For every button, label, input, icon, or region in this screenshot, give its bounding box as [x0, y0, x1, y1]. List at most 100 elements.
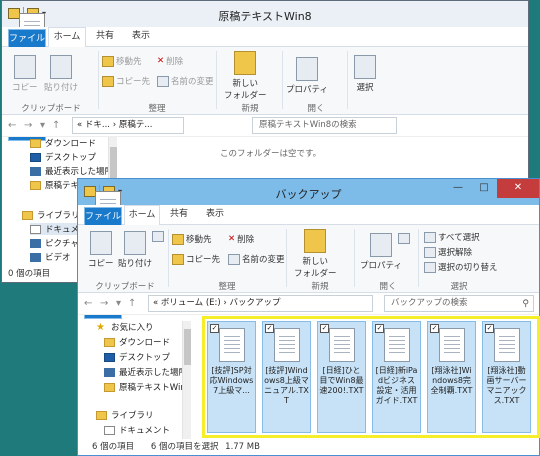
nav-item-recent[interactable]: 最近表示した場所: [104, 366, 187, 378]
select-none-button[interactable]: 選択解除: [424, 246, 472, 258]
checkbox-icon[interactable]: ✓: [210, 324, 219, 333]
invert-selection-button[interactable]: 選択の切り替え: [424, 261, 498, 273]
nav-item-desktop[interactable]: デスクトップ: [30, 151, 96, 163]
title-bar[interactable]: ▾ 原稿テキストWin8: [2, 1, 528, 47]
copy-icon: [13, 55, 36, 79]
pictures-icon: [30, 238, 41, 248]
back-icon[interactable]: ←: [84, 298, 92, 309]
tab-share[interactable]: 共有: [164, 205, 194, 225]
cut-button[interactable]: [152, 231, 164, 242]
nav-item-downloads[interactable]: ダウンロード: [30, 137, 96, 149]
nav-item-pictures[interactable]: ピクチャ: [30, 237, 79, 249]
search-icon[interactable]: ⚲: [522, 297, 529, 312]
text-file-icon: [439, 328, 465, 362]
forward-icon[interactable]: →: [24, 120, 32, 131]
up-icon[interactable]: ↑: [128, 298, 136, 309]
group-label: 新規: [311, 282, 329, 292]
nav-item-libraries[interactable]: ライブラリ: [22, 209, 80, 221]
desktop-icon: [30, 152, 41, 162]
star-icon: ★: [96, 321, 105, 333]
delete-button[interactable]: ✕ 削除: [228, 233, 254, 245]
new-folder-icon: [234, 51, 257, 75]
checkbox-icon[interactable]: ✓: [430, 324, 439, 333]
search-input[interactable]: バックアップの検索 ⚲: [384, 295, 534, 312]
properties-button[interactable]: プロパティ: [286, 57, 328, 95]
file-item[interactable]: ✓ [翔泳社]Windows8完全制覇.TXT: [427, 321, 476, 433]
select-button[interactable]: 選択: [354, 55, 376, 93]
desktop-icon: [104, 352, 115, 362]
new-folder-button[interactable]: 新しい フォルダー: [294, 229, 337, 279]
checkbox-icon[interactable]: ✓: [265, 324, 274, 333]
address-box[interactable]: « ボリューム (E:) › バックアップ: [148, 295, 373, 312]
status-bar: 6 個の項目 6 個の項目を選択 1.77 MB: [78, 441, 539, 455]
forward-icon[interactable]: →: [100, 298, 108, 309]
copy-to-button[interactable]: コピー先: [102, 75, 150, 87]
maximize-icon[interactable]: □: [471, 179, 497, 198]
file-item[interactable]: ✓ [技評]Windows8上級マニュアル.TXT: [262, 321, 311, 433]
rename-icon: [157, 75, 169, 87]
nav-item-videos[interactable]: ビデオ: [30, 251, 71, 263]
search-input[interactable]: 原稿テキストWin8の検索: [252, 117, 397, 134]
nav-item-documents[interactable]: ドキュメント: [104, 424, 170, 436]
checkbox-icon[interactable]: ✓: [485, 324, 494, 333]
checkbox-icon[interactable]: ✓: [320, 324, 329, 333]
back-icon[interactable]: ←: [8, 120, 16, 131]
file-item[interactable]: ✓ [日経]新iPadビジネス設定・活用ガイド.TXT: [372, 321, 421, 433]
move-to-button[interactable]: 移動先: [172, 233, 212, 245]
group-label: クリップボード: [21, 104, 81, 114]
invert-selection-icon: [424, 261, 436, 273]
close-icon[interactable]: ✕: [497, 179, 539, 198]
nav-item-desktop[interactable]: デスクトップ: [104, 351, 170, 363]
up-icon[interactable]: ↑: [52, 120, 60, 131]
open-button[interactable]: [398, 233, 410, 244]
file-list-selection: ✓ [技評]SP対応Windows7上級マ... ✓ [技評]Windows8上級マ…: [202, 316, 540, 438]
select-all-button[interactable]: すべて選択: [424, 231, 480, 243]
nav-item-downloads[interactable]: ダウンロード: [104, 336, 170, 348]
paste-icon: [50, 55, 72, 79]
file-item[interactable]: ✓ [日経]ひと目でWin8最速200!.TXT: [317, 321, 366, 433]
nav-item-favorites[interactable]: ★ お気に入り: [96, 321, 154, 333]
copy-to-button[interactable]: コピー先: [172, 253, 220, 265]
paste-button[interactable]: 貼り付け: [44, 55, 78, 93]
nav-item-folder[interactable]: 原稿テキストWin8: [104, 381, 191, 393]
group-label: 整理: [218, 282, 236, 292]
tab-view[interactable]: 表示: [126, 27, 156, 47]
title-bar[interactable]: ▾ バックアップ — □ ✕: [78, 179, 539, 225]
folder-icon: [102, 55, 114, 67]
address-box[interactable]: « ドキ... › 原稿テ...: [72, 117, 184, 134]
file-item[interactable]: ✓ [技評]SP対応Windows7上級マ...: [207, 321, 256, 433]
open-icon: [398, 233, 410, 244]
rename-button[interactable]: 名前の変更: [157, 75, 214, 87]
rename-button[interactable]: 名前の変更: [228, 253, 285, 265]
checkbox-icon[interactable]: ✓: [375, 324, 384, 333]
tab-view[interactable]: 表示: [200, 205, 230, 225]
new-folder-button[interactable]: 新しい フォルダー: [224, 51, 267, 101]
chevron-down-icon[interactable]: ▾: [40, 120, 45, 131]
explorer-window-front[interactable]: ▾ バックアップ — □ ✕ ファイル ホーム 共有 表示 コピー 貼り付け ク…: [77, 178, 540, 456]
navigation-pane: ★ お気に入り ダウンロード デスクトップ 最近表示した場所 原稿テキストWin8…: [78, 321, 191, 441]
file-item[interactable]: ✓ [翔泳社]動画サーバーマニアックス.TXT: [482, 321, 531, 433]
text-file-icon: [219, 328, 245, 362]
copy-button[interactable]: コピー: [88, 231, 114, 269]
paste-button[interactable]: 貼り付け: [118, 231, 152, 269]
folder-icon: [104, 337, 115, 347]
chevron-down-icon[interactable]: ▾: [116, 298, 121, 309]
properties-button[interactable]: プロパティ: [360, 233, 402, 271]
nav-item-recent[interactable]: 最近表示した場所: [30, 165, 113, 177]
empty-folder-message: このフォルダーは空です。: [220, 149, 322, 159]
tab-home[interactable]: ホーム: [48, 27, 86, 48]
ribbon: コピー 貼り付け クリップボード 移動先 ✕ 削除 コピー先 名前の変更 整理 新…: [78, 225, 539, 293]
folder-icon: [102, 75, 114, 87]
group-label: 開く: [307, 104, 325, 114]
move-to-button[interactable]: 移動先: [102, 55, 142, 67]
nav-item-libraries[interactable]: ライブラリ: [96, 409, 154, 421]
selection-count: 6 個の項目を選択: [150, 442, 219, 452]
copy-button[interactable]: コピー: [12, 55, 38, 93]
minimize-icon[interactable]: —: [445, 179, 471, 198]
group-label: 選択: [450, 282, 468, 292]
tab-share[interactable]: 共有: [90, 27, 120, 47]
folder-icon: [30, 180, 41, 190]
tab-home[interactable]: ホーム: [124, 205, 160, 226]
delete-button[interactable]: ✕ 削除: [157, 55, 183, 67]
nav-scrollbar[interactable]: [182, 321, 191, 439]
